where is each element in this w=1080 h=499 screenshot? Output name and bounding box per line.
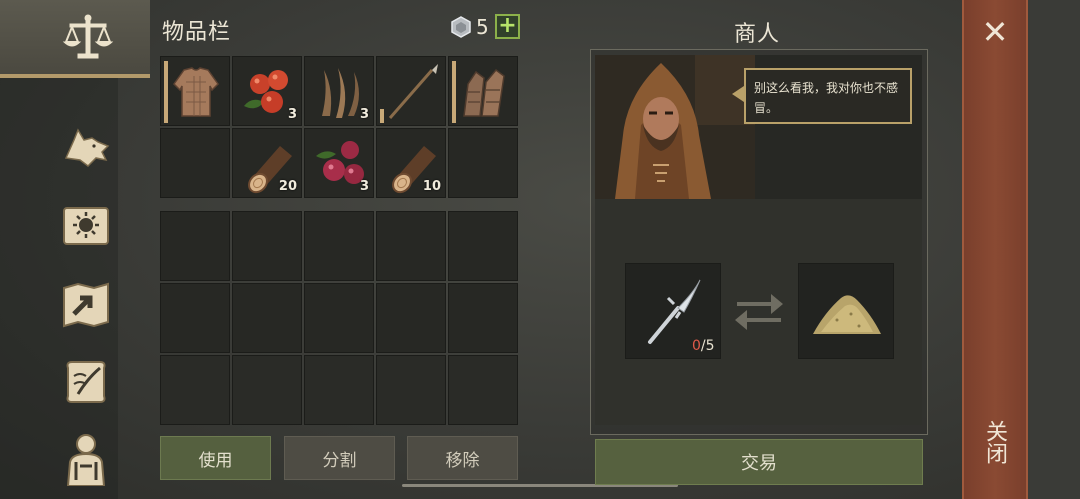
sawdust-pile-icon [813,295,881,334]
inventory-slot-4[interactable] [376,56,446,126]
inventory-slot-8[interactable]: 3 [304,128,374,198]
inventory-slot-20[interactable] [448,283,518,353]
character-icon [66,434,106,486]
trade-button[interactable]: 交易 [595,439,923,485]
nav-skills-button[interactable] [56,196,116,256]
right-edge [1028,0,1080,499]
side-nav [0,0,150,499]
trade-have-count: 0 [692,338,701,354]
inventory-slot-1[interactable] [160,56,230,126]
inventory-slot-18[interactable] [304,283,374,353]
spear-icon [388,64,438,119]
inventory-grid: 3 3 20 3 10 [160,56,518,198]
inventory-slot-17[interactable] [232,283,302,353]
item-quantity: 3 [359,179,369,194]
close-icon[interactable]: ✕ [980,16,1010,48]
currency-count: 5 [476,15,489,39]
inventory-slot-19[interactable] [376,283,446,353]
inventory-slot-2[interactable]: 3 [232,56,302,126]
inventory-slot-16[interactable] [160,283,230,353]
wolf-icon [64,128,110,167]
merchant-title: 商人 [734,22,781,47]
item-quantity: 20 [278,179,297,194]
cloth-tunic-icon [173,67,219,117]
nav-map-button[interactable] [56,274,116,334]
trade-offer-quantity: 0/5 [692,338,715,354]
nav-trade-button[interactable] [58,8,118,68]
inventory-slot-3[interactable]: 3 [304,56,374,126]
remove-button[interactable]: 移除 [407,436,518,480]
inventory-slot-15[interactable] [448,211,518,281]
inventory-slot-25[interactable] [448,355,518,425]
inventory-slot-13[interactable] [304,211,374,281]
silver-coin-icon [451,16,471,38]
inventory-slot-12[interactable] [232,211,302,281]
inventory-slot-5[interactable] [448,56,518,126]
inventory-slot-21[interactable] [160,355,230,425]
trade-need-count: /5 [700,338,715,354]
leather-gloves-icon [463,68,505,117]
merchant-portrait [595,55,755,199]
map-icon [63,282,109,328]
inventory-slot-22[interactable] [232,355,302,425]
nav-character-button[interactable] [56,428,116,488]
scales-icon [62,14,114,59]
inventory-slot-9[interactable]: 10 [376,128,446,198]
split-button[interactable]: 分割 [284,436,395,480]
swap-arrows-icon [735,294,783,330]
sun-book-icon [63,207,109,245]
inventory-slot-11[interactable] [160,211,230,281]
inventory-slot-7[interactable]: 20 [232,128,302,198]
close-label: 关闭 [982,420,1007,464]
speech-tail [732,86,744,102]
inventory-slot-10[interactable] [448,128,518,198]
inventory-slot-24[interactable] [376,355,446,425]
nav-journal-button[interactable] [56,352,116,412]
item-quantity: 3 [287,107,297,122]
scroll-quill-icon [66,361,106,403]
nav-creatures-button[interactable] [56,118,116,178]
item-quantity: 3 [359,107,369,122]
use-button[interactable]: 使用 [160,436,271,480]
inventory-grid-extra [160,211,518,425]
inventory-slot-14[interactable] [376,211,446,281]
inventory-slot-23[interactable] [304,355,374,425]
trade-receive-slot[interactable] [798,263,894,359]
add-currency-button[interactable]: + [495,14,520,39]
inventory-slot-6[interactable] [160,128,230,198]
merchant-speech-bubble: 别这么看我，我对你也不感冒。 [744,68,912,124]
inventory-title: 物品栏 [162,20,232,45]
item-quantity: 10 [422,179,441,194]
